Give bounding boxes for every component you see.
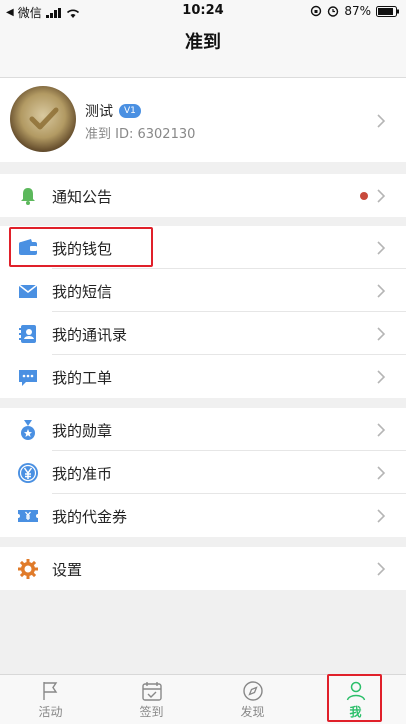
profile-name-row: 测试 V1 xyxy=(85,101,141,121)
menu-item-label: 我的短信 xyxy=(52,283,113,301)
tab-bar: 活动 签到 发现 我 xyxy=(0,674,406,724)
chevron-right-icon xyxy=(377,241,386,255)
level-badge: V1 xyxy=(119,104,141,118)
profile-id: 准到 ID: 6302130 xyxy=(85,127,196,142)
medal-icon xyxy=(21,420,35,440)
profile-name: 测试 xyxy=(85,104,113,120)
status-bar: ◀ 微信 10:24 87% xyxy=(0,0,406,22)
tab-activity[interactable]: 活动 xyxy=(0,675,101,724)
chevron-right-icon xyxy=(377,423,386,437)
tab-label: 签到 xyxy=(139,705,164,719)
status-right: 87% xyxy=(310,4,400,18)
tab-checkin[interactable]: 签到 xyxy=(101,675,202,724)
compass-icon xyxy=(243,681,263,701)
chevron-right-icon xyxy=(377,466,386,480)
chevron-right-icon xyxy=(377,509,386,523)
avatar[interactable] xyxy=(10,86,76,152)
menu-item-wallet[interactable]: 我的钱包 xyxy=(0,226,406,269)
battery-percent: 87% xyxy=(344,4,371,18)
chevron-right-icon xyxy=(377,284,386,298)
tab-label: 我 xyxy=(349,705,362,719)
chevron-right-icon xyxy=(377,370,386,384)
chevron-right-icon xyxy=(377,327,386,341)
menu-item-tickets[interactable]: 我的工单 xyxy=(0,355,406,398)
menu-item-medals[interactable]: 我的勋章 xyxy=(0,408,406,451)
chevron-right-icon xyxy=(377,114,386,128)
chevron-right-icon xyxy=(377,562,386,576)
yen-coin-icon xyxy=(18,463,38,483)
contacts-icon xyxy=(19,325,36,343)
wallet-icon xyxy=(19,239,37,255)
menu-item-label: 我的勋章 xyxy=(52,422,113,440)
menu-item-label: 我的代金券 xyxy=(52,508,128,526)
flag-icon xyxy=(43,682,58,700)
profile-card[interactable]: 测试 V1 准到 ID: 6302130 xyxy=(0,78,406,162)
chevron-right-icon xyxy=(377,189,386,203)
gear-icon xyxy=(18,559,38,579)
unread-dot xyxy=(360,192,368,200)
menu-item-label: 我的通讯录 xyxy=(52,326,128,344)
tab-me[interactable]: 我 xyxy=(305,675,406,724)
tab-label: 发现 xyxy=(240,705,265,719)
tab-discover[interactable]: 发现 xyxy=(202,675,303,724)
menu-item-label: 设置 xyxy=(52,561,83,579)
tab-label: 活动 xyxy=(38,705,63,719)
menu-item-messages[interactable]: 我的短信 xyxy=(0,269,406,312)
calendar-check-icon xyxy=(142,682,162,701)
menu-item-label: 我的工单 xyxy=(52,369,113,387)
battery-icon xyxy=(376,5,399,17)
person-icon xyxy=(346,681,366,701)
menu-item-contacts[interactable]: 我的通讯录 xyxy=(0,312,406,355)
menu-item-label: 通知公告 xyxy=(52,188,113,206)
menu-item-notice[interactable]: 通知公告 xyxy=(0,174,406,217)
menu-item-label: 我的钱包 xyxy=(52,240,113,258)
chat-icon xyxy=(19,370,37,386)
envelope-icon xyxy=(18,284,38,298)
voucher-icon xyxy=(18,510,38,522)
bell-icon xyxy=(21,188,35,205)
page-title: 准到 xyxy=(0,22,406,78)
menu-item-label: 我的准币 xyxy=(52,465,113,483)
menu-item-coins[interactable]: 我的准币 xyxy=(0,451,406,494)
menu-item-vouchers[interactable]: 我的代金券 xyxy=(0,494,406,537)
rotation-lock-icon xyxy=(311,5,322,17)
alarm-icon xyxy=(328,6,339,17)
menu-item-settings[interactable]: 设置 xyxy=(0,547,406,590)
